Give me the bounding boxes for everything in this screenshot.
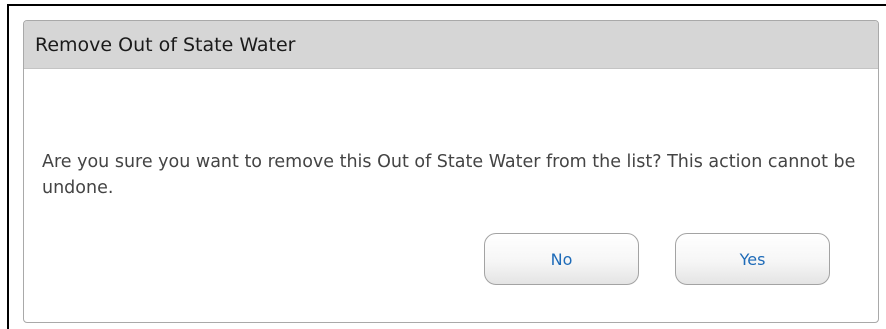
remove-confirmation-dialog: Remove Out of State Water Are you sure y… — [23, 20, 879, 323]
no-button-label: No — [550, 249, 573, 269]
no-button[interactable]: No — [484, 233, 639, 285]
dialog-header: Remove Out of State Water — [24, 21, 878, 69]
dialog-title: Remove Out of State Water — [35, 33, 296, 56]
yes-button[interactable]: Yes — [675, 233, 830, 285]
yes-button-label: Yes — [739, 249, 766, 269]
dialog-message: Are you sure you want to remove this Out… — [42, 152, 856, 198]
